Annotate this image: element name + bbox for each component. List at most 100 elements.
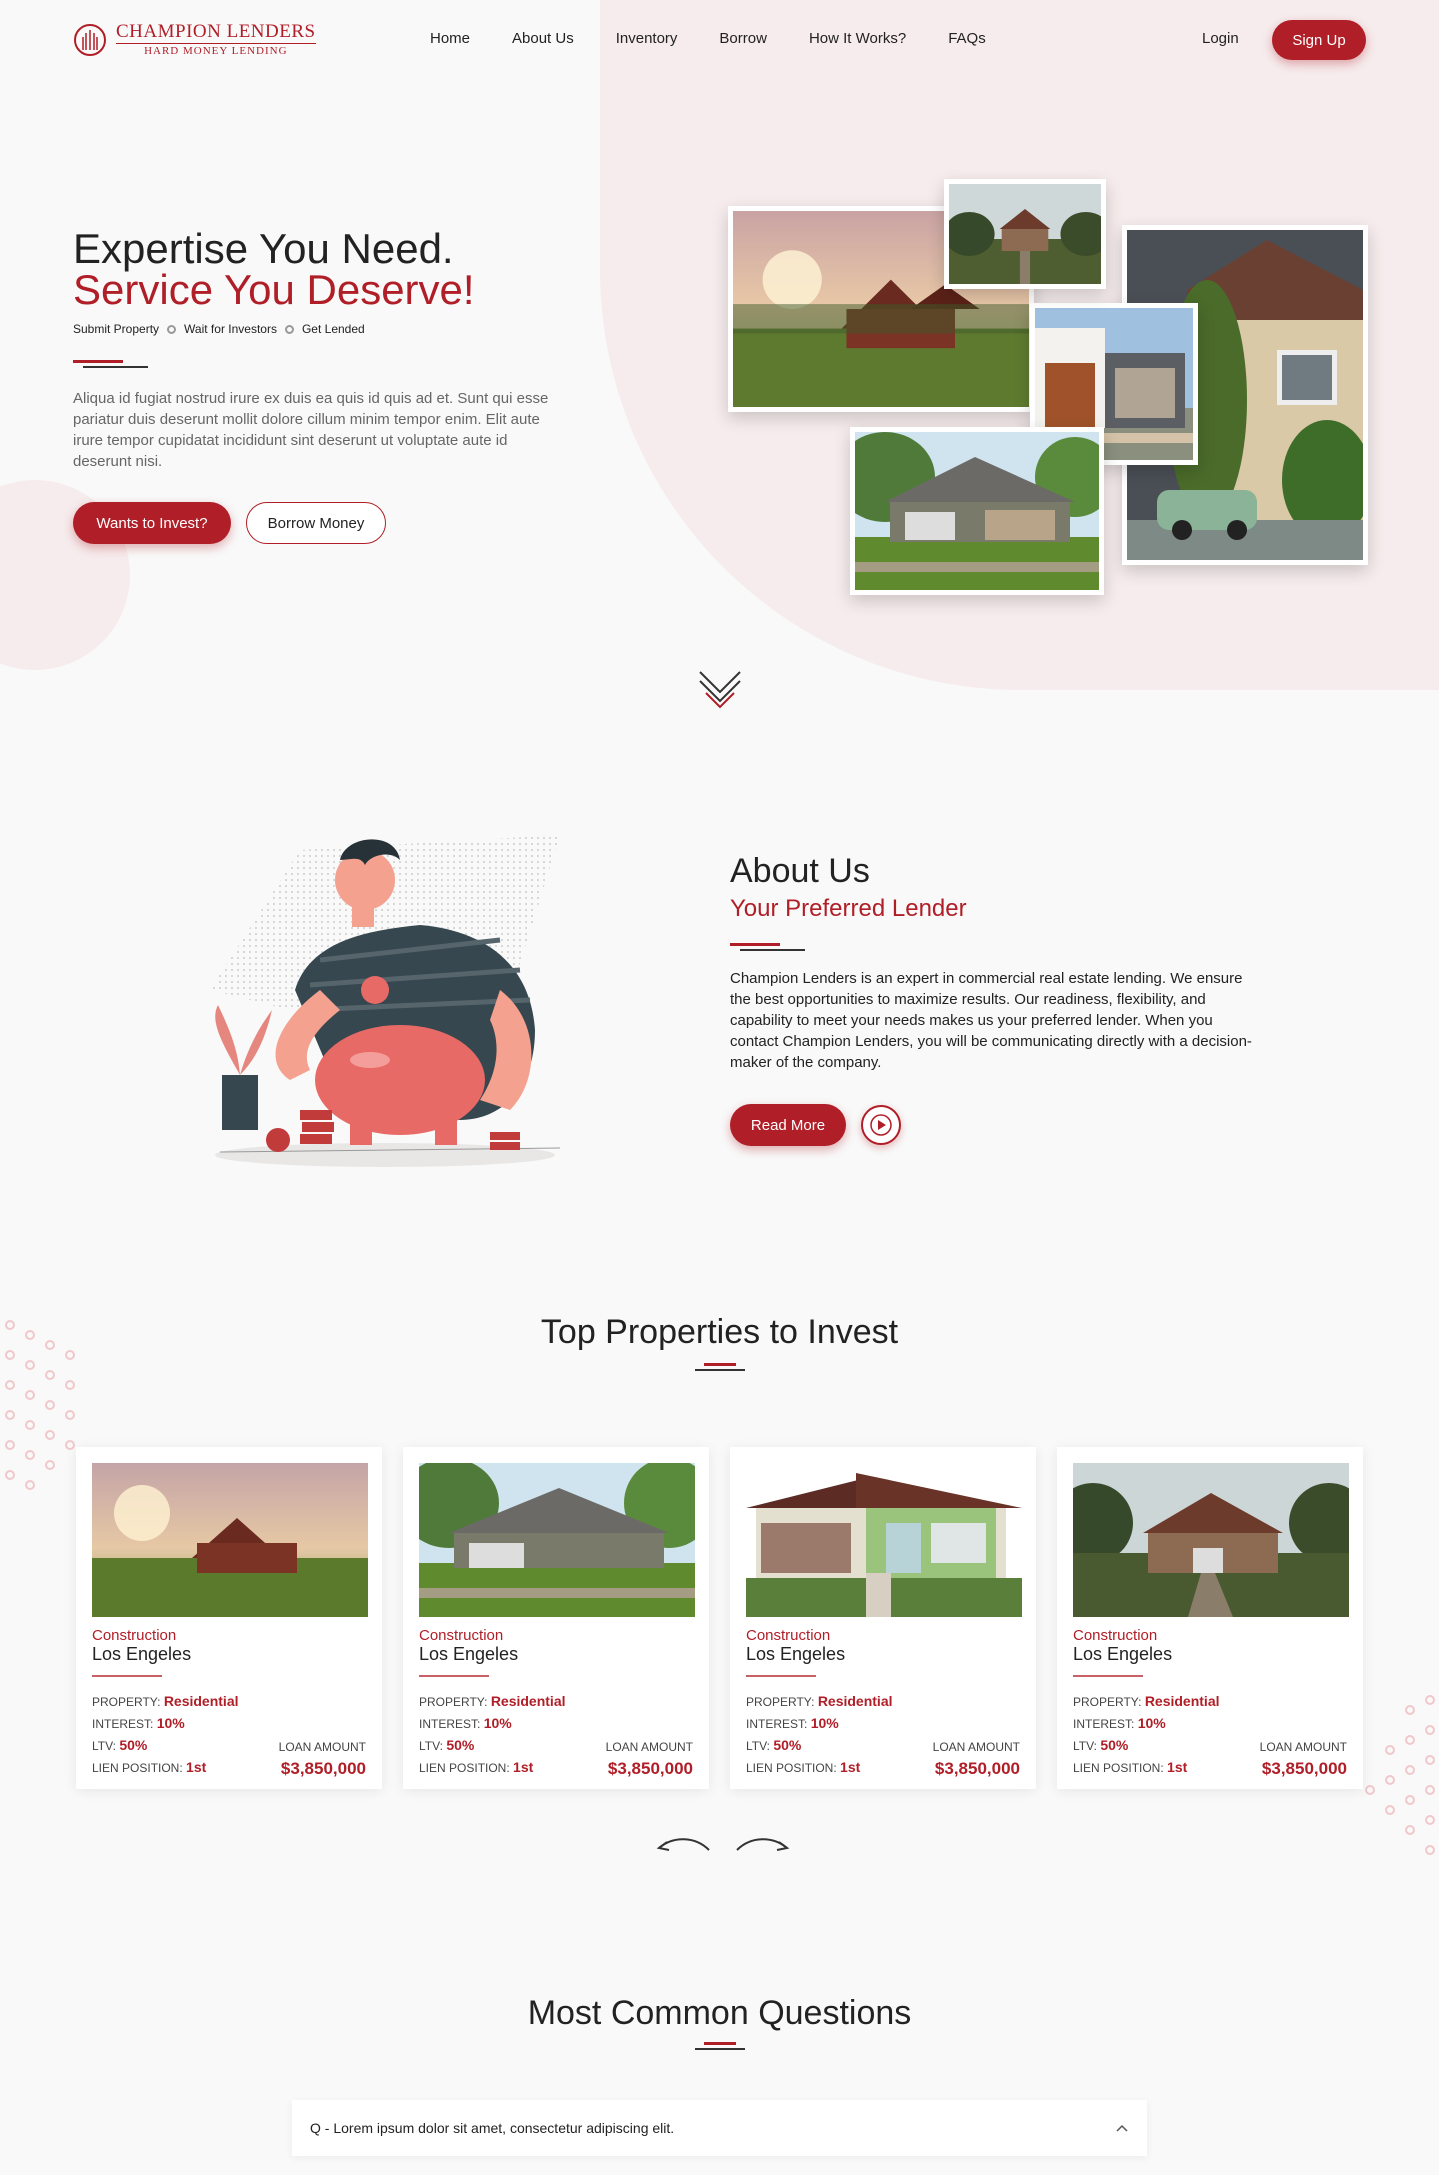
scroll-down-chevron-icon[interactable] bbox=[698, 668, 742, 712]
about-text: Champion Lenders is an expert in commerc… bbox=[730, 970, 1252, 1071]
faq-question: Q - Lorem ipsum dolor sit amet, consecte… bbox=[310, 2120, 675, 2136]
loan-label: LOAN AMOUNT bbox=[605, 1740, 693, 1754]
about-subtitle: Your Preferred Lender bbox=[730, 895, 967, 922]
lien-label: LIEN POSITION: bbox=[92, 1761, 183, 1775]
main-menu: Home About Us Inventory Borrow How It Wo… bbox=[430, 30, 986, 47]
property-label: PROPERTY: bbox=[1073, 1695, 1142, 1709]
loan-amount: LOAN AMOUNT $3,850,000 bbox=[933, 1737, 1020, 1779]
borrow-money-button[interactable]: Borrow Money bbox=[246, 502, 386, 544]
loan-value: $3,850,000 bbox=[934, 1759, 1020, 1778]
property-label: PROPERTY: bbox=[419, 1695, 488, 1709]
card-divider bbox=[1073, 1675, 1143, 1677]
interest-value: 10% bbox=[1137, 1715, 1166, 1731]
hero-text: Aliqua id fugiat nostrud irure ex duis e… bbox=[73, 390, 549, 470]
hero-photo-suburban-house bbox=[850, 427, 1104, 595]
lien-label: LIEN POSITION: bbox=[746, 1761, 837, 1775]
card-type: Construction bbox=[92, 1627, 177, 1644]
piggy-bank-illustration bbox=[210, 835, 561, 1167]
hero-title-line2: Service You Deserve! bbox=[73, 266, 475, 313]
loan-amount: LOAN AMOUNT $3,850,000 bbox=[279, 1737, 366, 1779]
card-type: Construction bbox=[1073, 1627, 1158, 1644]
lien-label: LIEN POSITION: bbox=[1073, 1761, 1164, 1775]
ltv-value: 50% bbox=[119, 1737, 148, 1753]
step-wait: Wait for Investors bbox=[184, 322, 277, 336]
ltv-value: 50% bbox=[773, 1737, 802, 1753]
play-icon bbox=[870, 1114, 892, 1136]
signup-button[interactable]: Sign Up bbox=[1272, 20, 1366, 60]
property-image bbox=[419, 1463, 695, 1617]
card-details: PROPERTY: Residential INTEREST: 10% LTV:… bbox=[419, 1691, 693, 1779]
lien-value: 1st bbox=[840, 1759, 861, 1775]
read-more-button[interactable]: Read More bbox=[730, 1104, 846, 1146]
card-city: Los Engeles bbox=[746, 1644, 846, 1664]
ltv-label: LTV: bbox=[1073, 1739, 1098, 1753]
card-details: PROPERTY: Residential INTEREST: 10% LTV:… bbox=[746, 1691, 1020, 1779]
step-lended: Get Lended bbox=[301, 322, 365, 336]
card-details: PROPERTY: Residential INTEREST: 10% LTV:… bbox=[92, 1691, 366, 1779]
lien-value: 1st bbox=[1167, 1759, 1188, 1775]
hero-steps: Submit Property Wait for Investors Get L… bbox=[73, 322, 365, 336]
interest-value: 10% bbox=[483, 1715, 512, 1731]
card-city: Los Engeles bbox=[419, 1644, 519, 1664]
interest-label: INTEREST: bbox=[1073, 1717, 1135, 1731]
property-value: Residential bbox=[817, 1693, 893, 1709]
interest-label: INTEREST: bbox=[92, 1717, 154, 1731]
property-image bbox=[92, 1463, 368, 1617]
arrow-left-icon[interactable] bbox=[655, 1832, 711, 1856]
nav-inventory[interactable]: Inventory bbox=[616, 30, 678, 47]
step-submit: Submit Property bbox=[73, 322, 160, 336]
carousel-arrows bbox=[655, 1832, 791, 1856]
property-card[interactable]: Construction Los Engeles PROPERTY: Resid… bbox=[403, 1447, 709, 1789]
property-label: PROPERTY: bbox=[746, 1695, 815, 1709]
arrow-right-icon[interactable] bbox=[735, 1832, 791, 1856]
loan-label: LOAN AMOUNT bbox=[932, 1740, 1020, 1754]
card-type: Construction bbox=[746, 1627, 831, 1644]
brand-name: CHAMPION LENDERS bbox=[116, 21, 316, 44]
nav-faqs[interactable]: FAQs bbox=[948, 30, 986, 47]
play-video-button[interactable] bbox=[861, 1105, 901, 1145]
faq-title: Most Common Questions bbox=[527, 1994, 912, 2032]
property-card[interactable]: Construction Los Engeles PROPERTY: Resid… bbox=[730, 1447, 1036, 1789]
properties-title: Top Properties to Invest bbox=[540, 1313, 899, 1351]
property-value: Residential bbox=[163, 1693, 239, 1709]
loan-label: LOAN AMOUNT bbox=[278, 1740, 366, 1754]
properties-divider bbox=[695, 1363, 745, 1371]
site-header: CHAMPION LENDERS HARD MONEY LENDING Home… bbox=[0, 0, 1439, 80]
interest-value: 10% bbox=[156, 1715, 185, 1731]
login-link[interactable]: Login bbox=[1202, 30, 1239, 47]
faq-item[interactable]: Q - Lorem ipsum dolor sit amet, consecte… bbox=[292, 2100, 1147, 2156]
loan-value: $3,850,000 bbox=[1261, 1759, 1347, 1778]
nav-how-it-works[interactable]: How It Works? bbox=[809, 30, 906, 47]
property-value: Residential bbox=[1144, 1693, 1220, 1709]
ltv-label: LTV: bbox=[419, 1739, 444, 1753]
loan-amount: LOAN AMOUNT $3,850,000 bbox=[606, 1737, 693, 1779]
property-image bbox=[1073, 1463, 1349, 1617]
hero-photo-cottage bbox=[944, 179, 1106, 289]
step-separator-icon bbox=[167, 324, 177, 334]
card-divider bbox=[419, 1675, 489, 1677]
nav-borrow[interactable]: Borrow bbox=[719, 30, 767, 47]
about-title: About Us bbox=[730, 852, 870, 890]
hero-title-line1: Expertise You Need. bbox=[73, 225, 454, 272]
interest-label: INTEREST: bbox=[746, 1717, 808, 1731]
caret-up-icon[interactable] bbox=[1115, 2123, 1129, 2133]
invest-button[interactable]: Wants to Invest? bbox=[73, 502, 231, 544]
lien-value: 1st bbox=[186, 1759, 207, 1775]
logo[interactable]: CHAMPION LENDERS HARD MONEY LENDING bbox=[74, 22, 316, 57]
ltv-label: LTV: bbox=[746, 1739, 771, 1753]
ltv-value: 50% bbox=[1100, 1737, 1129, 1753]
property-card[interactable]: Construction Los Engeles PROPERTY: Resid… bbox=[1057, 1447, 1363, 1789]
loan-label: LOAN AMOUNT bbox=[1259, 1740, 1347, 1754]
property-card[interactable]: Construction Los Engeles PROPERTY: Resid… bbox=[76, 1447, 382, 1789]
property-value: Residential bbox=[490, 1693, 566, 1709]
card-divider bbox=[746, 1675, 816, 1677]
hero-title: Expertise You Need. Service You Deserve! bbox=[73, 225, 475, 313]
card-city: Los Engeles bbox=[1073, 1644, 1173, 1664]
brand-tagline: HARD MONEY LENDING bbox=[144, 45, 288, 57]
loan-amount: LOAN AMOUNT $3,850,000 bbox=[1260, 1737, 1347, 1779]
nav-home[interactable]: Home bbox=[430, 30, 470, 47]
property-label: PROPERTY: bbox=[92, 1695, 161, 1709]
loan-value: $3,850,000 bbox=[280, 1759, 366, 1778]
nav-about-us[interactable]: About Us bbox=[512, 30, 574, 47]
loan-value: $3,850,000 bbox=[607, 1759, 693, 1778]
